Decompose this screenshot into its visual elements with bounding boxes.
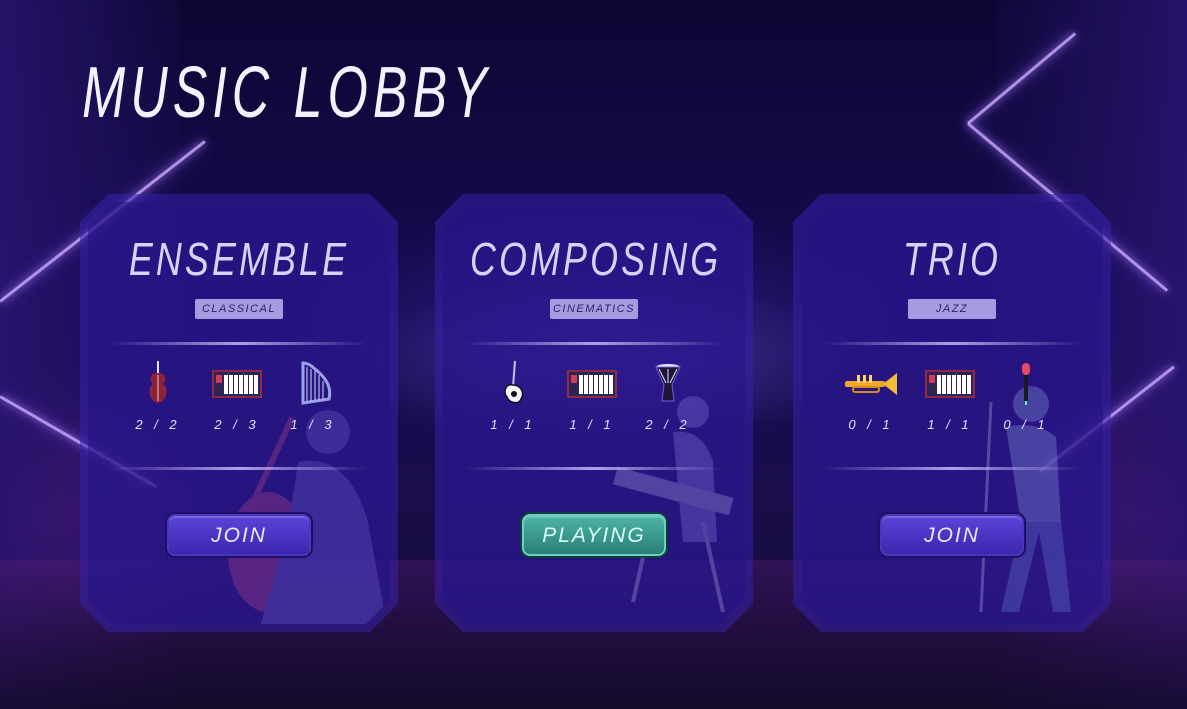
room-card-ensemble: ENSEMBLE CLASSICAL 2 / 2 2 / 3 1 / 3 JOI… [80, 194, 398, 632]
instrument-slot-keyboard[interactable]: 2 / 3 [197, 359, 277, 439]
genre-badge: CLASSICAL [195, 299, 283, 319]
keyboard-icon [212, 370, 262, 398]
join-button[interactable]: JOIN [167, 514, 311, 556]
divider [110, 342, 368, 345]
electric-guitar-icon [504, 360, 524, 404]
playing-button[interactable]: PLAYING [522, 514, 666, 556]
slot-count: 1 / 1 [569, 417, 615, 432]
divider [823, 342, 1081, 345]
slot-count: 0 / 1 [1003, 417, 1049, 432]
divider [465, 342, 723, 345]
genre-badge: CINEMATICS [550, 299, 638, 319]
harp-icon [301, 361, 332, 405]
slot-count: 0 / 1 [848, 417, 894, 432]
room-title: ENSEMBLE [128, 233, 350, 285]
slot-count: 2 / 3 [214, 417, 260, 432]
slot-count: 1 / 1 [927, 417, 973, 432]
page-title: MUSIC LOBBY [82, 53, 492, 133]
keyboard-icon [567, 370, 617, 398]
join-button[interactable]: JOIN [880, 514, 1024, 556]
slot-count: 2 / 2 [135, 417, 181, 432]
instrument-slot-violin[interactable]: 2 / 2 [118, 359, 198, 439]
trumpet-icon [845, 373, 897, 395]
slot-count: 1 / 3 [290, 417, 336, 432]
instrument-slot-keyboard[interactable]: 1 / 1 [552, 359, 632, 439]
instrument-slot-harp[interactable]: 1 / 3 [273, 359, 353, 439]
divider [823, 467, 1081, 470]
room-title: COMPOSING [469, 233, 722, 285]
room-card-composing: COMPOSING CINEMATICS 1 / 1 1 / 1 2 / 2 P… [435, 194, 753, 632]
instrument-slot-trumpet[interactable]: 0 / 1 [831, 359, 911, 439]
instrument-slot-microphone[interactable]: 0 / 1 [986, 359, 1066, 439]
room-card-trio: TRIO JAZZ 0 / 1 1 / 1 0 / 1 JOIN [793, 194, 1111, 632]
instrument-slot-keyboard[interactable]: 1 / 1 [910, 359, 990, 439]
room-title: TRIO [902, 233, 1002, 285]
lobby-screen: MUSIC LOBBY ENSEMBLE CLASSICAL 2 / 2 2 /… [0, 0, 1187, 709]
slot-count: 2 / 2 [645, 417, 691, 432]
divider [465, 467, 723, 470]
djembe-drum-icon [655, 364, 681, 402]
divider [110, 467, 368, 470]
slot-count: 1 / 1 [490, 417, 536, 432]
microphone-icon [1022, 363, 1030, 405]
keyboard-icon [925, 370, 975, 398]
violin-icon [149, 361, 167, 403]
instrument-slot-djembe[interactable]: 2 / 2 [628, 359, 708, 439]
genre-badge: JAZZ [908, 299, 996, 319]
instrument-slot-electric-guitar[interactable]: 1 / 1 [473, 359, 553, 439]
